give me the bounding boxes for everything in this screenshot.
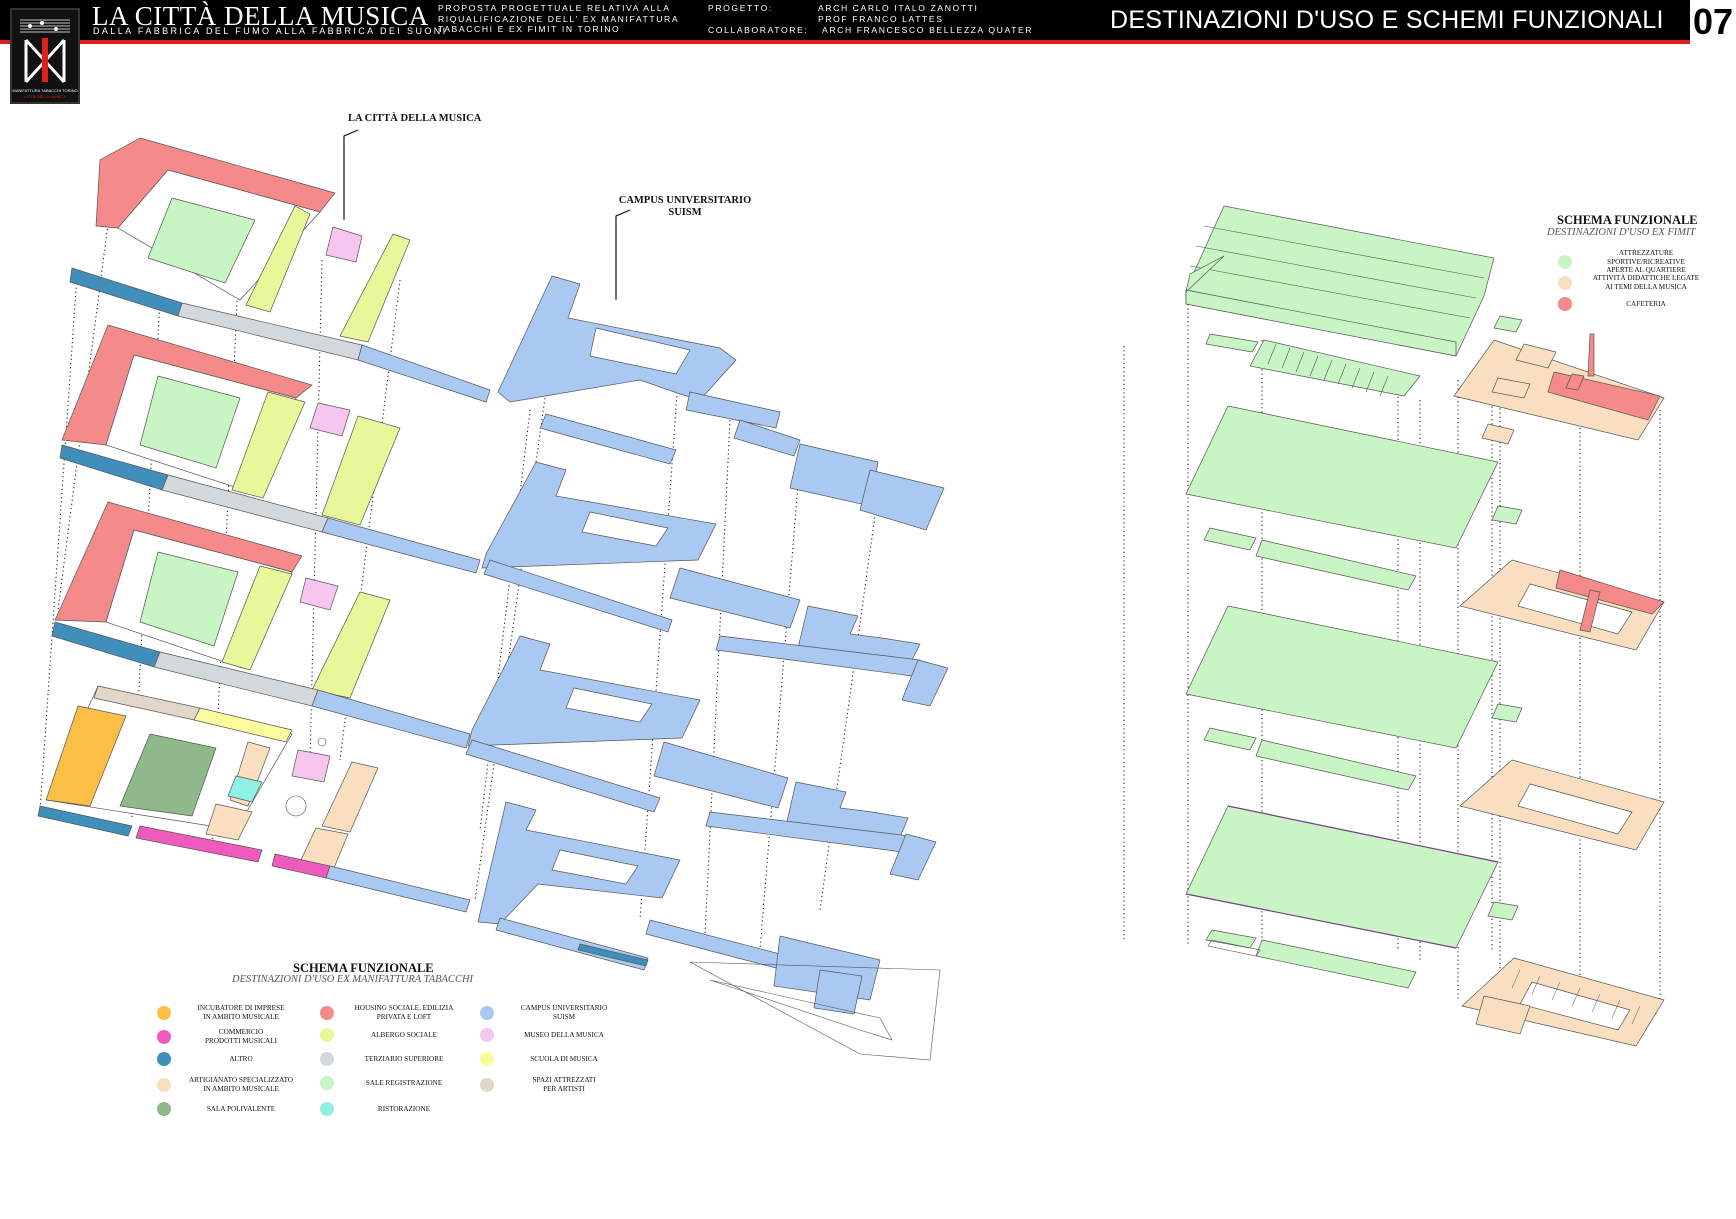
page-number: 07 — [1690, 0, 1736, 44]
legend-left-label: INCUBATORE DI IMPRESE IN AMBITO MUSICALE — [197, 1004, 285, 1021]
legend-left-swatch — [320, 1052, 334, 1066]
legend-left-label: SCUOLA DI MUSICA — [530, 1054, 598, 1063]
legend-left-item: COMMERCIO PRODOTTI MUSICALI — [157, 1028, 297, 1045]
legend-left-item: ALBERGO SOCIALE — [320, 1028, 460, 1042]
legend-left-label: MUSEO DELLA MUSICA — [524, 1030, 604, 1039]
legend-right-title: SCHEMA FUNZIONALE — [1557, 213, 1698, 227]
legend-right-swatch — [1558, 254, 1572, 269]
legend-left-swatch — [480, 1005, 494, 1020]
proposal-line: TABACCHI E EX FIMIT IN TORINO — [438, 24, 621, 34]
legend-right-swatch — [1558, 275, 1572, 290]
legend-left-label: COMMERCIO PRODOTTI MUSICALI — [204, 1028, 278, 1045]
legend-left-swatch — [480, 1052, 494, 1066]
legend-left-swatch — [157, 1029, 171, 1044]
legend-left-item: TERZIARIO SUPERIORE — [320, 1052, 460, 1066]
proposal-text: PROPOSTA PROGETTUALE RELATIVA ALLA RIQUA… — [438, 3, 679, 35]
legend-left-swatch — [157, 1005, 171, 1020]
legend-left-swatch — [157, 1102, 171, 1116]
legend-right-label: ATTIVITÀ DIDATTICHE LEGATE AI TEMI DELLA … — [1592, 274, 1700, 291]
legend-left-swatch — [320, 1102, 334, 1116]
legend-right-item: CAFETERIA — [1558, 297, 1706, 311]
legend-left-item: SALA POLIVALENTE — [157, 1102, 297, 1116]
legend-left-swatch — [320, 1028, 334, 1042]
legend-left-swatch — [480, 1028, 494, 1042]
legend-left-item: SALE REGISTRAZIONE — [320, 1076, 460, 1090]
legend-left-item: ALTRO — [157, 1052, 297, 1066]
campus-suism-blocks — [465, 275, 949, 1061]
section-title: DESTINAZIONI D'USO E SCHEMI FUNZIONALI — [1110, 6, 1664, 34]
legend-left-label: HOUSING SOCIALE, EDILIZIA PRIVATA E LOFT — [354, 1004, 454, 1021]
legend-left-subtitle: DESTINAZIONI D'USO EX MANIFATTURA TABACC… — [232, 974, 474, 985]
legend-left-label: SALA POLIVALENTE — [206, 1104, 276, 1113]
legend-left-item: HOUSING SOCIALE, EDILIZIA PRIVATA E LOFT — [320, 1004, 460, 1021]
legend-right-swatch — [1558, 297, 1572, 311]
legend-left-swatch — [320, 1076, 334, 1090]
legend-left-item: INCUBATORE DI IMPRESE IN AMBITO MUSICALE — [157, 1004, 297, 1021]
legend-left-label: SALE REGISTRAZIONE — [365, 1078, 443, 1087]
legend-left-item: ARTIGIANATO SPECIALIZZATO IN AMBITO MUSIC… — [157, 1076, 297, 1093]
legend-left-item: MUSEO DELLA MUSICA — [480, 1028, 620, 1042]
legend-left-label: SPAZI ATTREZZATI PER ARTISTI — [532, 1076, 596, 1093]
label-campus-line1: CAMPUS UNIVERSITARIO — [618, 195, 752, 206]
legend-left-item: CAMPUS UNIVERSITARIO SUISM — [480, 1004, 620, 1021]
legend-left-label: RISTORAZIONE — [377, 1104, 431, 1113]
legend-right-label: CAFETERIA — [1626, 299, 1666, 308]
fimit-sports-levels — [1185, 205, 1499, 989]
legend-left-item: SPAZI ATTREZZATI PER ARTISTI — [480, 1076, 620, 1093]
proposal-line: RIQUALIFICAZIONE DELL' EX MANIFATTURA — [438, 13, 680, 24]
collaboratore-value: ARCH FRANCESCO BELLEZZA QUATER — [822, 25, 1034, 35]
progetto-label: PROGETTO: — [708, 3, 773, 13]
legend-right-label: ATTREZZATURE SPORTIVE/RICREATIVE APERTE A… — [1606, 249, 1686, 274]
legend-left-label: ARTIGIANATO SPECIALIZZATO IN AMBITO MUSIC… — [188, 1076, 294, 1093]
legend-left-swatch — [320, 1005, 334, 1020]
project-subtitle: DALLA FABBRICA DEL FUMO ALLA FABBRICA DE… — [93, 26, 448, 36]
legend-left-swatch — [480, 1077, 494, 1092]
legend-left-label: ALTRO — [229, 1054, 253, 1063]
collaboratore-label: COLLABORATORE: — [708, 25, 809, 35]
legend-left-swatch — [157, 1077, 171, 1092]
proposal-line: PROPOSTA PROGETTUALE RELATIVA ALLA — [438, 3, 671, 13]
header-bar: LA CITTÀ DELLA MUSICA DALLA FABBRICA DEL… — [0, 0, 1736, 40]
legend-right-subtitle: DESTINAZIONI D'USO EX FIMIT — [1547, 227, 1696, 238]
label-campus-line2: SUISM — [668, 207, 702, 218]
legend-right-item: ATTIVITÀ DIDATTICHE LEGATE AI TEMI DELLA … — [1558, 274, 1706, 291]
label-citta-musica: LA CITTÀ DELLA MUSICA — [348, 113, 482, 124]
label-campus: CAMPUS UNIVERSITARIO SUISM — [610, 195, 760, 219]
legend-left-label: TERZIARIO SUPERIORE — [364, 1054, 444, 1063]
legend-left-item: SCUOLA DI MUSICA — [480, 1052, 620, 1066]
legend-right-item: ATTREZZATURE SPORTIVE/RICREATIVE APERTE A… — [1558, 249, 1706, 275]
progetto-value-2: PROF FRANCO LATTES — [818, 14, 944, 24]
progetto-value: ARCH CARLO ITALO ZANOTTI — [818, 3, 979, 13]
legend-left-item: RISTORAZIONE — [320, 1102, 460, 1116]
legend-left-swatch — [157, 1052, 171, 1066]
legend-left-label: CAMPUS UNIVERSITARIO SUISM — [520, 1004, 608, 1021]
legend-left-label: ALBERGO SOCIALE — [370, 1030, 438, 1039]
